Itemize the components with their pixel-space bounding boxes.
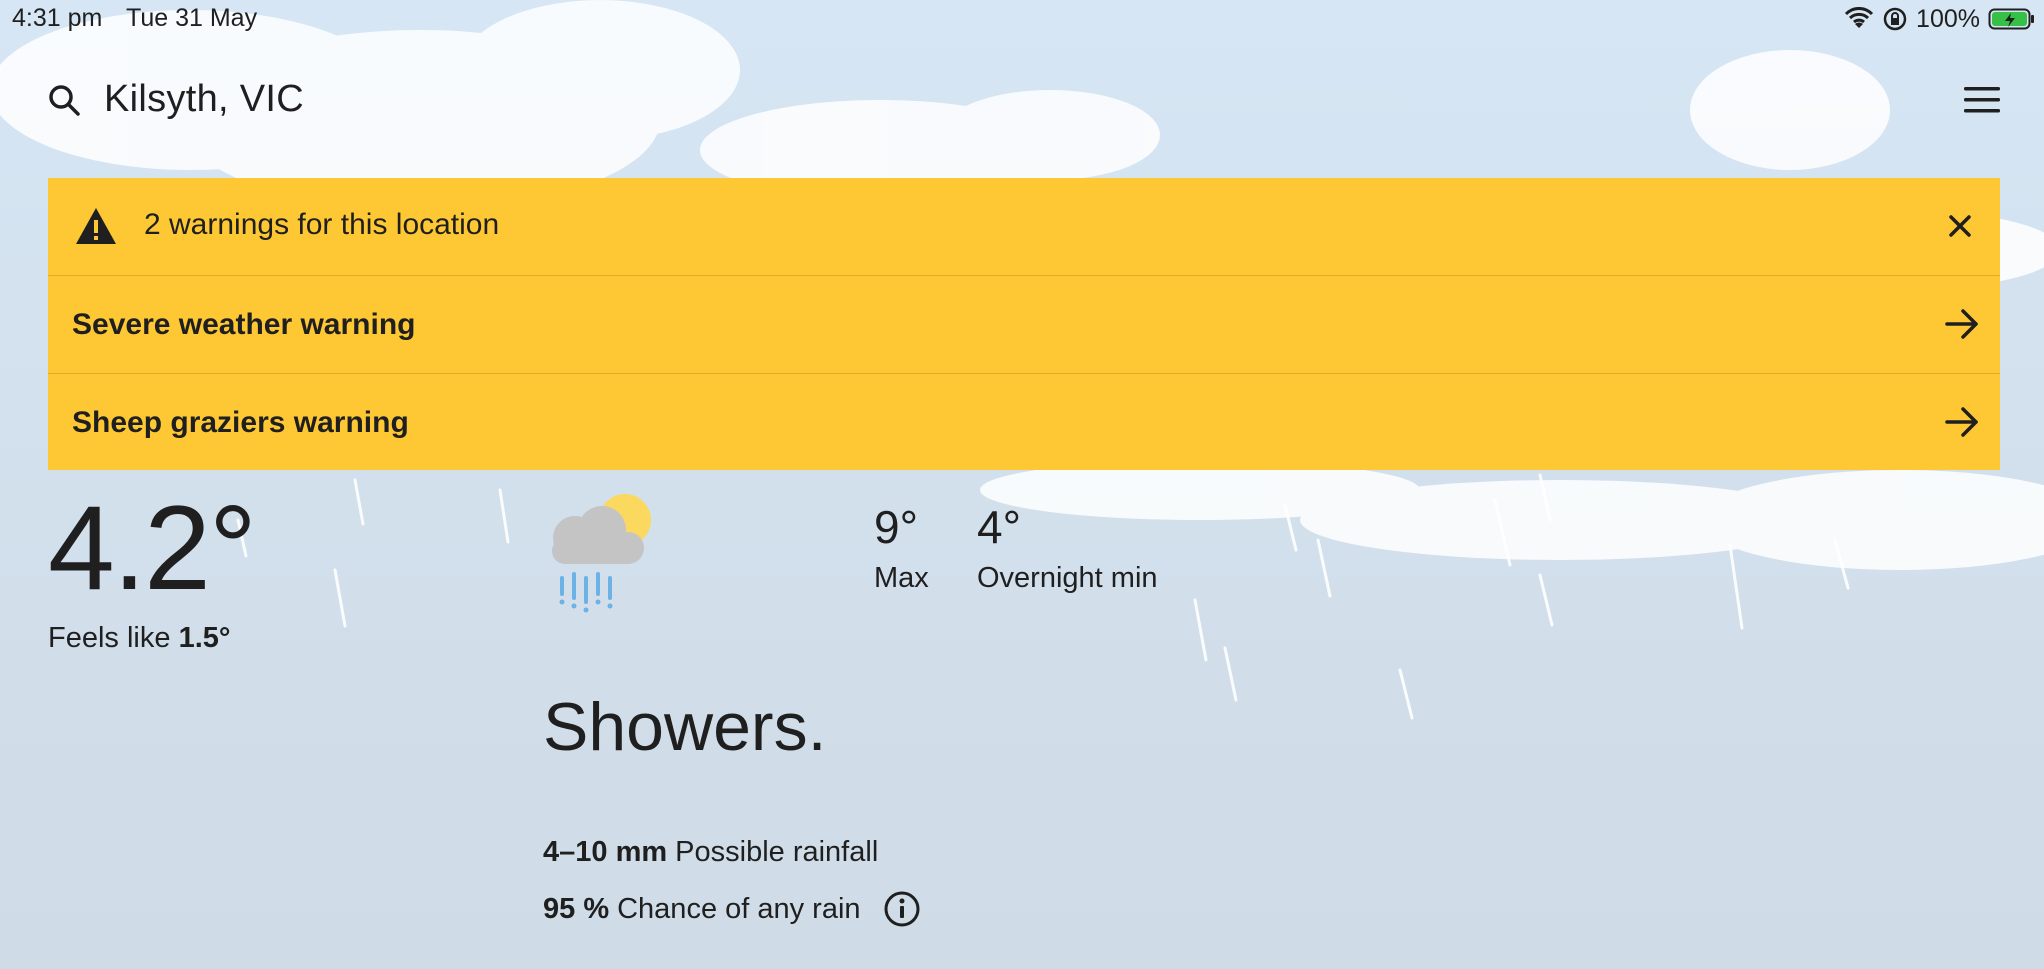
current-conditions: 4.2° Feels like 1.5° <box>48 481 257 654</box>
close-icon[interactable] <box>1946 212 1974 240</box>
min-label: Overnight min <box>977 562 1158 594</box>
warning-item-sheep-graziers[interactable]: Sheep graziers warning <box>48 374 2000 470</box>
rainfall-amount: 4–10 mm <box>543 836 668 868</box>
forecast-condition: Showers. <box>543 689 827 765</box>
info-icon[interactable] <box>883 890 921 928</box>
orientation-lock-icon <box>1883 7 1907 31</box>
status-date: Tue 31 May <box>126 4 258 32</box>
battery-charging-icon <box>1988 8 2034 30</box>
search-icon[interactable] <box>46 82 82 118</box>
menu-icon[interactable] <box>1962 82 2002 118</box>
overnight-min-temperature: 4° Overnight min <box>977 500 1158 595</box>
battery-percentage: 100% <box>1916 4 1980 33</box>
arrow-right-icon <box>1945 309 1978 339</box>
warning-label: Severe weather warning <box>72 308 416 341</box>
rain-chance-label: Chance of any rain <box>617 892 861 925</box>
current-temperature: 4.2° <box>48 481 257 615</box>
possible-rainfall: 4–10 mm Possible rainfall <box>543 836 878 869</box>
status-indicators: 100% <box>1844 4 2036 34</box>
status-time: 4:31 pm <box>12 4 103 32</box>
warning-label: Sheep graziers warning <box>72 406 409 439</box>
feels-like-value: 1.5° <box>178 622 231 654</box>
warning-item-severe-weather[interactable]: Severe weather warning <box>48 276 2000 374</box>
sky-background <box>0 0 2044 720</box>
header: Kilsyth, VIC <box>0 60 2044 140</box>
location-name[interactable]: Kilsyth, VIC <box>104 78 304 121</box>
feels-like-label: Feels like <box>48 622 171 654</box>
arrow-right-icon <box>1945 407 1978 437</box>
warnings-summary: 2 warnings for this location <box>48 178 2000 276</box>
rain-chance-value: 95 % <box>543 892 610 925</box>
wifi-icon <box>1844 7 1874 28</box>
max-value: 9° <box>874 501 918 553</box>
warnings-summary-text: 2 warnings for this location <box>144 208 500 241</box>
showers-partly-sunny-icon <box>552 494 651 613</box>
max-temperature: 9° Max <box>874 500 929 595</box>
min-value: 4° <box>977 501 1021 553</box>
max-label: Max <box>874 562 929 594</box>
rain-chance: 95 % Chance of any rain <box>543 890 921 928</box>
warnings-panel: 2 warnings for this location Severe weat… <box>48 178 2000 470</box>
rainfall-label: Possible rainfall <box>675 836 879 868</box>
alert-triangle-icon <box>76 208 116 244</box>
status-bar: 4:31 pm Tue 31 May 100% <box>0 0 2044 40</box>
feels-like: Feels like 1.5° <box>48 622 230 655</box>
